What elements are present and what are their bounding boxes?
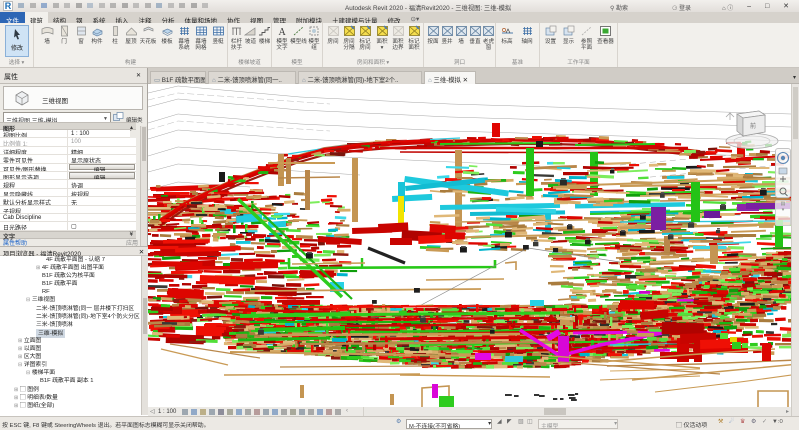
svg-text:A: A <box>278 27 286 37</box>
svg-text:前: 前 <box>750 122 756 130</box>
